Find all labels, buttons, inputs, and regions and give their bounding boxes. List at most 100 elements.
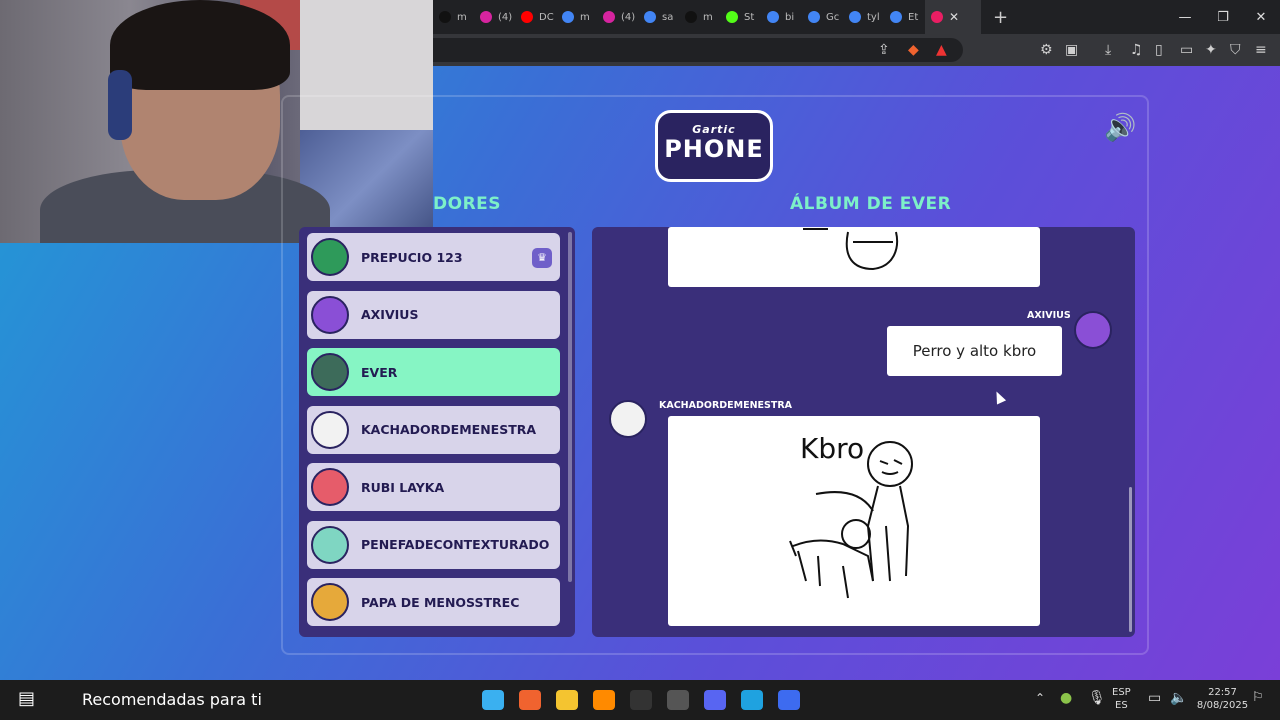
player-name: AXIVIUS [361,307,419,322]
close-tab-icon[interactable]: ✕ [949,10,959,24]
browser-tab[interactable]: tyl [843,0,884,34]
browser-tab[interactable]: Et [884,0,925,34]
browser-tab[interactable]: DC [515,0,556,34]
microphone-icon[interactable]: 🎙 [1088,690,1106,706]
clock-time: 22:57 [1208,687,1237,698]
browser-tab[interactable]: bi [761,0,802,34]
tab-favicon-icon [439,11,451,23]
extensions-icon[interactable]: ⚙ [1040,42,1053,58]
tab-favicon-icon [849,11,861,23]
roblox-studio-icon[interactable] [778,690,800,710]
browser-tab[interactable]: Gc [802,0,843,34]
file-explorer-icon[interactable] [556,690,578,710]
discord-icon[interactable] [704,690,726,710]
tab-label: (4) [621,11,636,23]
player-avatar [311,353,349,391]
chevron-up-icon[interactable]: ⌃ [1035,691,1045,705]
obs-icon[interactable] [667,690,689,710]
players-list: PREPUCIO 123 ♛ AXIVIUS EVER KACHADORDEMENEST… [299,227,575,637]
language-indicator[interactable]: ESP ES [1112,686,1131,712]
vpn-icon[interactable]: ⛉ [1230,42,1241,58]
minimize-button[interactable]: — [1166,10,1204,25]
player-avatar [311,468,349,506]
players-header: DORES [433,194,502,214]
axivius-guess: Perro y alto kbro [887,326,1062,376]
window-controls: — ❐ ✕ [1166,0,1280,34]
tab-label: tyl [867,11,880,23]
screenshot-icon[interactable]: ▣ [1065,42,1078,58]
player-row[interactable]: EVER [307,348,560,396]
maximize-button[interactable]: ❐ [1204,10,1242,25]
browser-tab-bar: m (4) DC m (4) sa m St bi Gc tyl Et ✕ + [433,0,1280,34]
kbro-drawing: Kbro [789,432,913,599]
speaker-icon[interactable]: 🔊 [1104,113,1136,143]
new-tab-button[interactable]: + [993,7,1008,28]
edge-icon[interactable] [741,690,763,710]
tray-app-icon[interactable]: ● [1060,690,1072,706]
player-row[interactable]: PENEFADECONTEXTURADO [307,520,560,569]
tab-label: bi [785,11,795,23]
browser-tab[interactable]: (4) [597,0,638,34]
language-top: ESP [1112,687,1131,698]
clock-date: 8/08/2025 [1196,700,1249,711]
player-name: PENEFADECONTEXTURADO [361,537,550,552]
widgets-icon[interactable]: ▤ [18,688,35,709]
player-avatar [311,583,349,621]
tab-favicon-icon [521,11,533,23]
browser-toolbar: ⇪ ◆ ▲ ⚙ ▣ ⤓ ♫ ▯ ▭ ✦ ⛉ ≡ [433,34,1280,66]
player-row[interactable]: AXIVIUS [307,290,560,339]
player-row[interactable]: RUBI LAYKA [307,463,560,511]
network-icon[interactable]: ▭ [1148,690,1161,706]
drawing-card-previous [668,227,1040,287]
player-row[interactable]: KACHADORDEMENESTRA [307,405,560,454]
brave-browser-icon[interactable] [519,690,541,710]
browser-tab[interactable]: (4) [474,0,515,34]
player-name: EVER [361,364,398,380]
player-avatar [311,238,349,276]
leo-icon[interactable]: ✦ [1205,42,1217,58]
close-window-button[interactable]: ✕ [1242,10,1280,25]
tab-favicon-icon [480,11,492,23]
drawing-text: Kbro [800,432,864,465]
clock[interactable]: 22:57 8/08/2025 [1195,686,1250,712]
tab-label: St [744,11,755,23]
browser-tab[interactable]: m [433,0,474,34]
player-row[interactable]: PAPA DE MENOSSTREC [307,578,560,626]
tab-label: m [457,11,467,23]
players-scrollbar[interactable] [568,232,572,582]
player-row[interactable]: PREPUCIO 123 ♛ [307,233,560,281]
album-scrollbar[interactable] [1129,487,1132,632]
tab-favicon-icon [767,11,779,23]
share-icon[interactable]: ⇪ [878,42,890,58]
player-name: RUBI LAYKA [361,479,445,495]
menu-icon[interactable]: ≡ [1255,42,1267,58]
wallet-icon[interactable]: ▭ [1180,42,1193,58]
browser-tab[interactable]: m [679,0,720,34]
brave-shield-icon[interactable]: ◆ [908,42,919,58]
crown-icon: ♛ [532,248,552,268]
sidebar-icon[interactable]: ▯ [1155,42,1163,58]
browser-tab[interactable]: m [556,0,597,34]
tab-favicon-icon [808,11,820,23]
axivius-avatar [1074,311,1112,349]
download-icon[interactable]: ⤓ [1105,42,1111,58]
tab-label: Et [908,11,919,23]
epic-games-icon[interactable] [630,690,652,710]
phone-icon [931,11,943,23]
tab-label: sa [662,11,674,23]
start-icon[interactable] [482,690,504,710]
browser-tab[interactable]: sa [638,0,679,34]
media-icon[interactable]: ♫ [1130,42,1143,58]
kachador-avatar [609,400,647,438]
notifications-icon[interactable]: ⚐ [1252,690,1264,705]
tab-label: DC [539,11,554,23]
tab-favicon-icon [644,11,656,23]
tab-label: (4) [498,11,513,23]
volume-icon[interactable]: 🔈 [1170,690,1187,706]
active-tab[interactable]: ✕ [925,0,981,34]
browser-tab[interactable]: St [720,0,761,34]
player-name: PREPUCIO 123 [361,249,463,265]
rewards-icon[interactable]: ▲ [936,42,947,58]
recommended-label[interactable]: Recomendadas para ti [82,690,262,709]
app-icon[interactable] [593,690,615,710]
